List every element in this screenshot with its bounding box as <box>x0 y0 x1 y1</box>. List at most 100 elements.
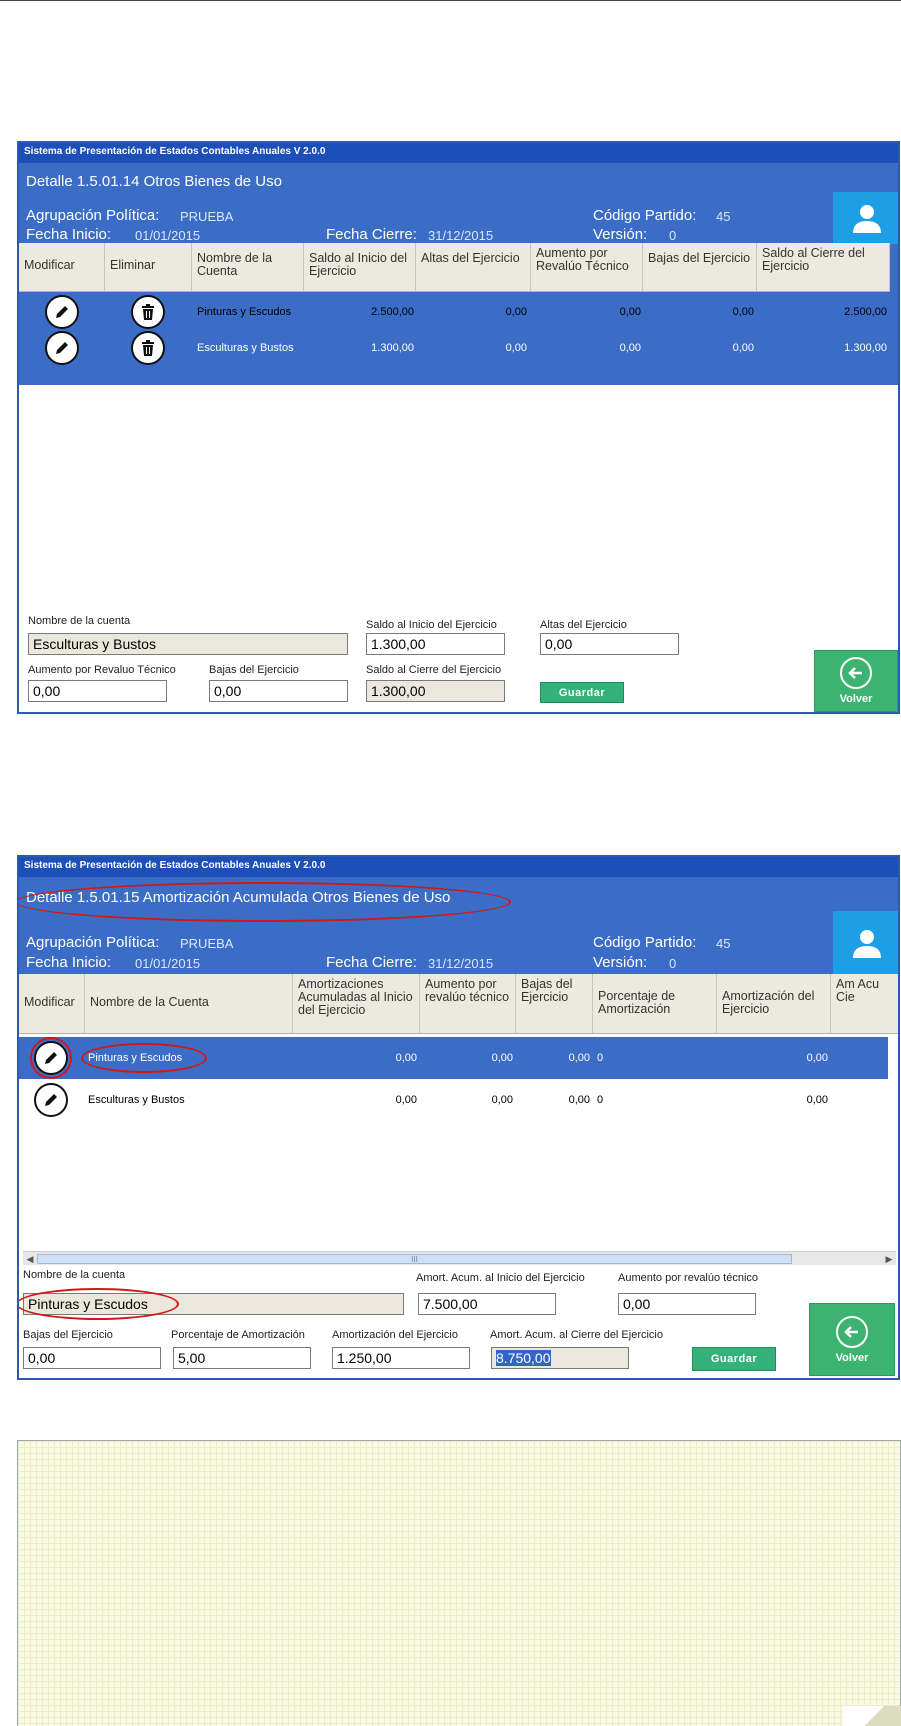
cell-saldo-cierre: 1.300,00 <box>844 342 887 354</box>
cell-bajas: 0,00 <box>568 1052 590 1064</box>
scroll-thumb[interactable]: III <box>37 1254 792 1264</box>
cell-porcentaje: 0 <box>597 1094 604 1106</box>
aumento-label: Aumento por revalúo técnico <box>618 1272 759 1284</box>
amort-ejercicio-label: Amortización del Ejercicio <box>332 1329 458 1341</box>
page-title: Detalle 1.5.01.14 Otros Bienes de Uso <box>26 173 282 190</box>
cell-altas: 0,00 <box>505 342 527 354</box>
cell-saldo-inicio: 1.300,00 <box>371 342 414 354</box>
cell-amort-inicio: 0,00 <box>395 1052 417 1064</box>
aumento-field[interactable] <box>618 1293 756 1315</box>
col-modificar: Modificar <box>19 243 105 291</box>
note-box <box>17 1440 901 1726</box>
fecha-inicio-value: 01/01/2015 <box>135 228 201 243</box>
codigo-partido-label: Código Partido: <box>593 934 697 951</box>
saldo-cierre-field[interactable] <box>366 680 505 702</box>
cell-bajas: 0,00 <box>568 1094 590 1106</box>
cell-bajas: 0,00 <box>732 342 754 354</box>
version-value: 0 <box>669 228 677 243</box>
col-bajas: Bajas del Ejercicio <box>643 243 757 291</box>
porcentaje-field[interactable] <box>173 1347 311 1369</box>
highlight-row-name <box>81 1043 207 1073</box>
edit-button[interactable] <box>34 1083 68 1117</box>
scroll-right-icon[interactable]: ▶ <box>882 1252 896 1266</box>
user-icon[interactable] <box>833 911 898 974</box>
porcentaje-label: Porcentaje de Amortización <box>171 1329 305 1341</box>
bajas-field[interactable] <box>23 1347 161 1369</box>
saldo-cierre-label: Saldo al Cierre del Ejercicio <box>366 664 502 676</box>
version-value: 0 <box>669 956 677 971</box>
window-amortizacion: Sistema de Presentación de Estados Conta… <box>17 855 900 1380</box>
volver-button[interactable]: Volver <box>814 650 898 712</box>
nombre-label: Nombre de la cuenta <box>28 615 131 627</box>
cell-nombre: Esculturas y Bustos <box>197 342 294 354</box>
table-header: Modificar Nombre de la Cuenta Amortizaci… <box>19 974 898 1034</box>
bajas-field[interactable] <box>209 680 348 702</box>
codigo-partido-value: 45 <box>716 209 731 224</box>
col-saldo-inicio: Saldo al Inicio del Ejercicio <box>304 243 416 291</box>
fecha-inicio-label: Fecha Inicio: <box>26 954 112 971</box>
agrupacion-label: Agrupación Política: <box>26 207 160 224</box>
scroll-left-icon[interactable]: ◀ <box>23 1252 37 1266</box>
table-row[interactable]: Esculturas y Bustos 0,00 0,00 0,00 0 0,0… <box>19 1079 888 1121</box>
fecha-cierre-value: 31/12/2015 <box>428 956 494 971</box>
edit-button[interactable] <box>45 295 79 329</box>
cell-nombre: Pinturas y Escudos <box>197 306 292 318</box>
cell-saldo-inicio: 2.500,00 <box>371 306 414 318</box>
col-aumento: Aumento por Revalúo Técnico <box>531 243 643 291</box>
volver-button[interactable]: Volver <box>809 1303 895 1376</box>
fecha-inicio-value: 01/01/2015 <box>135 956 201 971</box>
codigo-partido-value: 45 <box>716 936 731 951</box>
table-row[interactable]: Pinturas y Escudos 2.500,00 0,00 0,00 0,… <box>19 294 890 330</box>
nombre-field[interactable] <box>28 633 348 655</box>
col-saldo-cierre: Saldo al Cierre del Ejercicio <box>757 243 890 291</box>
delete-button[interactable] <box>131 295 165 329</box>
cell-saldo-cierre: 2.500,00 <box>844 306 887 318</box>
edit-button[interactable] <box>45 331 79 365</box>
saldo-inicio-field[interactable] <box>366 633 505 655</box>
aumento-field[interactable] <box>28 680 167 702</box>
volver-label: Volver <box>835 1351 869 1364</box>
fecha-cierre-label: Fecha Cierre: <box>326 954 417 971</box>
amort-ejercicio-field[interactable] <box>332 1347 470 1369</box>
page-top-rule <box>0 0 901 1</box>
saldo-inicio-label: Saldo al Inicio del Ejercicio <box>366 619 497 631</box>
amort-cierre-field[interactable]: 8.750,00 <box>491 1347 629 1369</box>
horizontal-scrollbar[interactable]: ◀ III ▶ <box>23 1251 896 1265</box>
codigo-partido-label: Código Partido: <box>593 207 697 224</box>
bajas-label: Bajas del Ejercicio <box>23 1329 113 1341</box>
altas-label: Altas del Ejercicio <box>540 619 627 631</box>
fecha-inicio-label: Fecha Inicio: <box>26 226 112 243</box>
cell-porcentaje: 0 <box>597 1052 604 1064</box>
window-title: Sistema de Presentación de Estados Conta… <box>19 143 898 163</box>
guardar-button[interactable]: Guardar <box>540 682 624 703</box>
highlight-nombre-field <box>19 1288 179 1320</box>
version-label: Versión: <box>593 954 648 971</box>
col-aumento: Aumento por revalúo técnico <box>420 974 516 1033</box>
pencil-icon <box>45 1094 57 1106</box>
guardar-button[interactable]: Guardar <box>692 1347 776 1371</box>
cell-amort-ejercicio: 0,00 <box>806 1094 828 1106</box>
cell-aumento: 0,00 <box>619 306 641 318</box>
agrupacion-value: PRUEBA <box>180 936 234 951</box>
altas-field[interactable] <box>540 633 679 655</box>
agrupacion-value: PRUEBA <box>180 209 234 224</box>
delete-button[interactable] <box>131 331 165 365</box>
table-header: Modificar Eliminar Nombre de la Cuenta S… <box>19 243 890 292</box>
trash-icon <box>142 340 154 356</box>
trash-icon <box>142 304 154 320</box>
user-icon[interactable] <box>833 192 898 244</box>
col-nombre: Nombre de la Cuenta <box>192 243 304 291</box>
cell-amort-ejercicio: 0,00 <box>806 1052 828 1064</box>
table-row-selected[interactable]: Esculturas y Bustos 1.300,00 0,00 0,00 0… <box>19 330 890 366</box>
cell-altas: 0,00 <box>505 306 527 318</box>
pencil-icon <box>56 342 68 354</box>
bajas-label: Bajas del Ejercicio <box>209 664 299 676</box>
col-altas: Altas del Ejercicio <box>416 243 531 291</box>
cell-aumento: 0,00 <box>491 1052 513 1064</box>
col-modificar: Modificar <box>19 974 85 1033</box>
cell-aumento: 0,00 <box>619 342 641 354</box>
col-amort-cierre: Am Acu Cie <box>836 977 880 1004</box>
amort-inicio-field[interactable] <box>418 1293 556 1315</box>
col-nombre: Nombre de la Cuenta <box>85 974 293 1033</box>
window-otros-bienes: Sistema de Presentación de Estados Conta… <box>17 141 900 714</box>
